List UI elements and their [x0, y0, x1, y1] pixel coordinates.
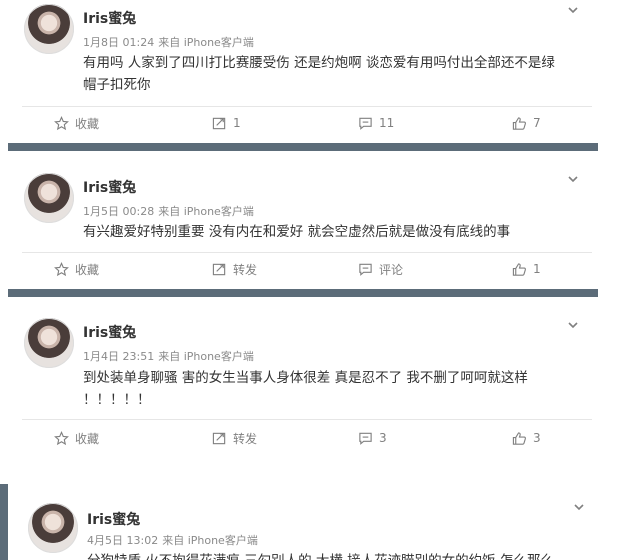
repost-count: 1 [233, 116, 241, 130]
thumbs-up-icon [512, 262, 526, 276]
comment-count: 11 [379, 116, 395, 130]
avatar[interactable] [24, 318, 74, 368]
chevron-down-icon[interactable] [566, 3, 580, 17]
comment-icon [359, 432, 372, 445]
post-meta: 1月4日 23:51 来自 iPhone客户端 [83, 348, 254, 364]
repost-button[interactable]: 1 [212, 108, 241, 138]
thumbs-up-icon [512, 116, 526, 130]
post-separator [8, 289, 598, 297]
like-count: 1 [533, 262, 541, 276]
post-time[interactable]: 1月8日 01:24 [83, 36, 154, 49]
post-text-line: 到处装单身聊骚 害的女生当事人身体很差 真是忍不了 我不删了呵呵就这样 [83, 370, 528, 386]
chevron-down-icon[interactable] [566, 318, 580, 332]
post-source: 来自 iPhone客户端 [158, 350, 254, 363]
post-time[interactable]: 1月5日 00:28 [83, 205, 154, 218]
chevron-down-icon[interactable] [566, 172, 580, 186]
comment-icon [359, 117, 372, 130]
action-bar: 收藏 1 11 7 [0, 108, 612, 138]
post-text: 到处装单身聊骚 害的女生当事人身体很差 真是忍不了 我不删了呵呵就这样 ！！！！… [83, 367, 593, 411]
username[interactable]: Iris蜜兔 [83, 322, 136, 342]
repost-icon [212, 117, 226, 129]
comment-count: 3 [379, 431, 387, 445]
repost-icon [212, 432, 226, 444]
post-separator [8, 143, 598, 151]
post-meta: 4月5日 13:02 来自 iPhone客户端 [87, 532, 258, 548]
like-count: 3 [533, 431, 541, 445]
repost-button[interactable]: 转发 [212, 423, 257, 453]
username[interactable]: Iris蜜兔 [83, 177, 136, 197]
post-text: 有兴趣爱好特别重要 没有内在和爱好 就会空虚然后就是做没有底线的事 [83, 221, 593, 243]
favorite-label: 收藏 [75, 116, 100, 131]
repost-label: 转发 [233, 431, 258, 446]
post-meta: 1月8日 01:24 来自 iPhone客户端 [83, 34, 254, 50]
post-text-line: 有用吗 人家到了四川打比赛腰受伤 还是约炮啊 谈恋爱有用吗付出全部还不是绿 [83, 55, 555, 71]
username[interactable]: Iris蜜兔 [83, 8, 136, 28]
post-source: 来自 iPhone客户端 [158, 36, 254, 49]
action-bar: 收藏 转发 评论 1 [0, 254, 612, 284]
post-text-line: ！！！！！ [83, 392, 151, 408]
post-text-line: 帽子扣死你 [83, 77, 151, 93]
comment-button[interactable]: 评论 [358, 254, 403, 284]
post-time[interactable]: 1月4日 23:51 [83, 350, 154, 363]
post-text: 分狗特质 火不拘得花满痕 三勾别人的 大横 接人花迹瞄别的女的约饭 怎么那么 [87, 550, 597, 560]
repost-label: 转发 [233, 262, 258, 277]
like-button[interactable]: 3 [512, 423, 541, 453]
post-source: 来自 iPhone客户端 [162, 534, 258, 547]
post-text: 有用吗 人家到了四川打比赛腰受伤 还是约炮啊 谈恋爱有用吗付出全部还不是绿 帽子… [83, 52, 593, 96]
left-accent-bar [0, 484, 8, 560]
favorite-button[interactable]: 收藏 [54, 254, 99, 284]
comment-label: 评论 [379, 262, 404, 277]
avatar[interactable] [24, 173, 74, 223]
comment-icon [359, 263, 372, 276]
username[interactable]: Iris蜜兔 [87, 509, 140, 529]
divider [22, 106, 592, 107]
thumbs-up-icon [512, 431, 526, 445]
star-icon [54, 115, 69, 130]
chevron-down-icon[interactable] [572, 500, 586, 514]
comment-button[interactable]: 11 [358, 108, 394, 138]
divider [22, 252, 592, 253]
like-button[interactable]: 1 [512, 254, 541, 284]
avatar[interactable] [28, 503, 78, 553]
favorite-label: 收藏 [75, 431, 100, 446]
action-bar: 收藏 转发 3 3 [0, 423, 612, 453]
repost-button[interactable]: 转发 [212, 254, 257, 284]
star-icon [54, 261, 69, 276]
like-count: 7 [533, 116, 541, 130]
repost-icon [212, 263, 226, 275]
star-icon [54, 430, 69, 445]
avatar[interactable] [24, 4, 74, 54]
comment-button[interactable]: 3 [358, 423, 387, 453]
favorite-button[interactable]: 收藏 [54, 423, 99, 453]
favorite-label: 收藏 [75, 262, 100, 277]
divider [22, 419, 592, 420]
post-time[interactable]: 4月5日 13:02 [87, 534, 158, 547]
post-meta: 1月5日 00:28 来自 iPhone客户端 [83, 203, 254, 219]
post-text-line: 有兴趣爱好特别重要 没有内在和爱好 就会空虚然后就是做没有底线的事 [83, 224, 511, 240]
post-source: 来自 iPhone客户端 [158, 205, 254, 218]
post-text-line: 分狗特质 火不拘得花满痕 三勾别人的 大横 接人花迹瞄别的女的约饭 怎么那么 [87, 550, 597, 560]
favorite-button[interactable]: 收藏 [54, 108, 99, 138]
like-button[interactable]: 7 [512, 108, 541, 138]
